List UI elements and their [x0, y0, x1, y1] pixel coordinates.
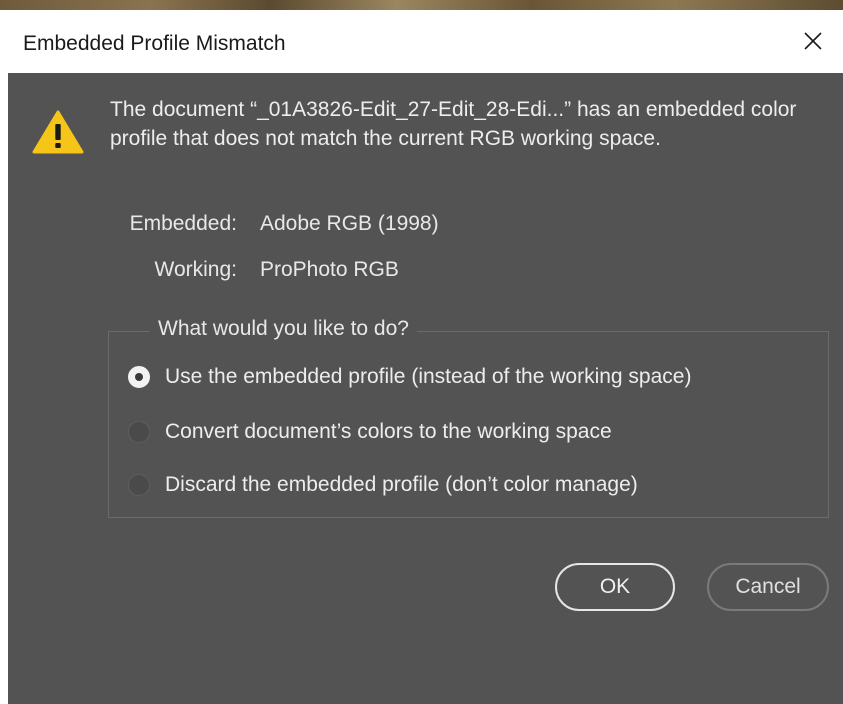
working-value: ProPhoto RGB	[260, 258, 399, 281]
option-label: Discard the embedded profile (don’t colo…	[165, 473, 638, 496]
window-frame	[0, 73, 8, 704]
option-convert-colors[interactable]: Convert document’s colors to the working…	[128, 417, 612, 447]
dialog-body: The document “_01A3826-Edit_27-Edit_28-E…	[8, 73, 843, 704]
embedded-value: Adobe RGB (1998)	[260, 212, 439, 235]
radio-unselected-icon[interactable]	[128, 474, 150, 496]
working-profile-row: Working:	[8, 258, 237, 286]
cancel-button[interactable]: Cancel	[707, 563, 829, 611]
background-photo-strip	[0, 0, 843, 10]
warning-icon	[32, 109, 84, 160]
option-label: Convert document’s colors to the working…	[165, 420, 612, 443]
working-label: Working:	[154, 258, 237, 281]
option-label: Use the embedded profile (instead of the…	[165, 365, 692, 388]
close-button[interactable]	[783, 10, 843, 73]
dialog-title: Embedded Profile Mismatch	[23, 32, 286, 55]
embedded-label: Embedded:	[129, 212, 237, 235]
title-bar: Embedded Profile Mismatch	[0, 10, 843, 73]
embedded-profile-row: Embedded:	[8, 212, 237, 240]
radio-selected-icon[interactable]	[128, 366, 150, 388]
close-icon	[804, 32, 822, 50]
option-use-embedded[interactable]: Use the embedded profile (instead of the…	[128, 362, 691, 392]
mismatch-message: The document “_01A3826-Edit_27-Edit_28-E…	[110, 98, 797, 150]
radio-unselected-icon[interactable]	[128, 421, 150, 443]
options-legend: What would you like to do?	[150, 317, 417, 341]
ok-button[interactable]: OK	[555, 563, 675, 611]
option-discard-profile[interactable]: Discard the embedded profile (don’t colo…	[128, 470, 638, 500]
